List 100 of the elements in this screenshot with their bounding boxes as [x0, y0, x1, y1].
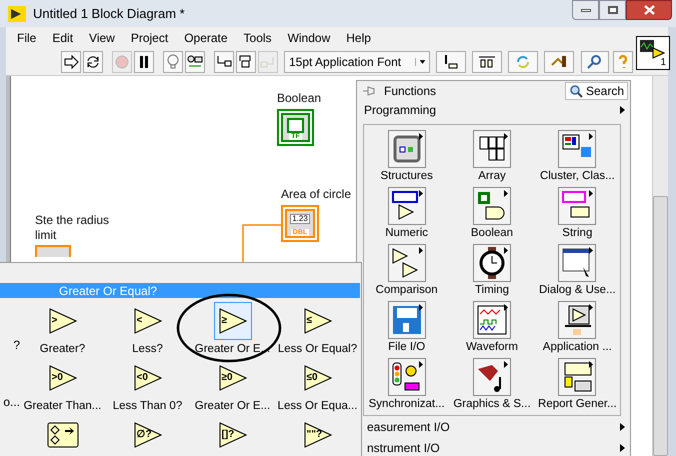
submenu-arrow-icon [418, 304, 423, 311]
submenu-arrow-icon [620, 106, 625, 114]
function-symbol: ≥0 [222, 373, 233, 383]
font-dropdown[interactable]: 15pt Application Font [284, 50, 430, 72]
menu-item[interactable]: Help [346, 28, 371, 46]
function-label: Greater Or E... [194, 399, 270, 414]
window-title: Untitled 1 Block Diagram * [33, 4, 185, 23]
function-button[interactable]: ≥ [214, 302, 252, 340]
function-button[interactable]: []? [214, 416, 252, 454]
close-button[interactable] [626, 0, 672, 20]
node-label: Area of circle [281, 186, 352, 203]
palette-item[interactable]: Array [449, 130, 535, 185]
palette-title: Functions [384, 83, 436, 100]
function-label: Less Than 0? [112, 399, 182, 414]
palette-item[interactable]: Cluster, Clas... [534, 130, 620, 185]
function-symbol: ""? [306, 430, 322, 440]
palette-item[interactable]: Boolean [449, 187, 535, 242]
function-button[interactable]: >0 [44, 359, 82, 397]
close-icon [644, 5, 654, 15]
run-continuous-button[interactable] [83, 50, 103, 72]
connector-number: 1 [660, 58, 666, 68]
node-label: Ste the radius limit [35, 213, 110, 243]
submenu-arrow-icon [504, 133, 508, 140]
palette-item[interactable]: Waveform [449, 301, 535, 356]
menu-item[interactable]: View [89, 28, 115, 46]
palette-item[interactable]: Report Gener... [534, 358, 620, 413]
palette-item[interactable]: String [534, 187, 620, 242]
distribute-button[interactable] [472, 50, 502, 72]
select-function-icon [46, 422, 78, 448]
numeric-value: 1.23 [290, 214, 310, 224]
function-button[interactable]: ∅? [128, 416, 166, 454]
palette-item[interactable]: Application ... [534, 301, 620, 356]
function-symbol: ≤0 [306, 373, 318, 383]
submenu-arrow-icon [418, 190, 423, 197]
submenu-arrow-icon [418, 133, 423, 140]
retain-button[interactable] [185, 50, 205, 72]
search-button[interactable] [581, 50, 609, 72]
function-symbol: ≤ [306, 316, 312, 326]
function-label: Less Or Equal? [278, 342, 358, 357]
submenu-arrow-icon [620, 422, 625, 430]
function-label: Greater Than... [24, 399, 102, 414]
category-title[interactable]: Programming [364, 101, 620, 119]
step-into-button[interactable] [214, 50, 234, 72]
palette-item[interactable]: Synchronizat... [364, 358, 450, 413]
function-button[interactable]: ≤ [298, 302, 336, 340]
vi-icon [639, 39, 665, 59]
run-button[interactable] [61, 50, 81, 72]
search-icon [586, 52, 604, 70]
function-symbol: <0 [136, 373, 148, 383]
submenu-arrow-icon [418, 247, 423, 254]
palette-item[interactable]: Structures [364, 130, 450, 185]
search-button[interactable]: Search [564, 82, 628, 100]
menu-item[interactable]: Window [288, 28, 330, 46]
function-symbol: > [52, 316, 58, 326]
category-row[interactable]: nstrument I/O [364, 437, 630, 456]
function-button[interactable]: ≥0 [214, 359, 252, 397]
function-symbol: ≥ [222, 316, 227, 326]
menu-item[interactable]: Project [130, 28, 168, 46]
palette-item[interactable]: Graphics & S... [449, 358, 535, 413]
palette-item[interactable]: Numeric [364, 187, 450, 242]
submenu-arrow-icon [589, 190, 594, 197]
function-button[interactable]: < [128, 302, 166, 340]
align-button[interactable] [436, 50, 466, 72]
function-symbol: ∅? [136, 430, 152, 440]
maximize-button[interactable] [599, 0, 626, 20]
function-button[interactable]: > [44, 302, 82, 340]
reorder-button[interactable] [508, 50, 538, 72]
function-button[interactable]: ≤0 [298, 359, 336, 397]
submenu-arrow-icon [589, 247, 594, 254]
menu-item[interactable]: Tools [244, 28, 272, 46]
vertical-scrollbar[interactable] [652, 76, 668, 456]
submenu-arrow-icon [504, 361, 508, 368]
cleanup-button[interactable] [544, 50, 574, 72]
menu-item[interactable]: Edit [52, 28, 74, 46]
align-icon [442, 52, 460, 70]
function-button[interactable]: <0 [128, 359, 166, 397]
menu-item[interactable]: File [17, 28, 36, 46]
step-over-button[interactable] [236, 50, 256, 72]
function-label: Less Or Equa... [278, 399, 358, 414]
menu-item[interactable]: Operate [184, 28, 228, 46]
run-icon [62, 52, 80, 70]
palette-item[interactable]: Timing [449, 244, 535, 299]
category-row[interactable]: easurement I/O [364, 416, 630, 437]
function-label[interactable]: ? [13, 336, 20, 354]
submenu-arrow-icon [504, 190, 508, 197]
palette-item[interactable]: File I/O [364, 301, 450, 356]
submenu-arrow-icon [504, 304, 508, 311]
palette-item[interactable]: Comparison [364, 244, 450, 299]
submenu-arrow-icon [589, 304, 594, 311]
function-button[interactable]: ""? [298, 416, 336, 454]
pause-button[interactable] [134, 50, 154, 72]
function-symbol: < [136, 316, 142, 326]
app-icon [8, 6, 26, 22]
connector-pane[interactable]: 1 [636, 36, 670, 70]
function-symbol: []? [222, 430, 234, 440]
function-label[interactable]: o... [3, 393, 20, 411]
minimize-button[interactable] [572, 0, 599, 20]
function-label: Less? [132, 342, 163, 357]
highlight-button[interactable] [163, 50, 183, 72]
palette-item[interactable]: Dialog & Use... [534, 244, 620, 299]
